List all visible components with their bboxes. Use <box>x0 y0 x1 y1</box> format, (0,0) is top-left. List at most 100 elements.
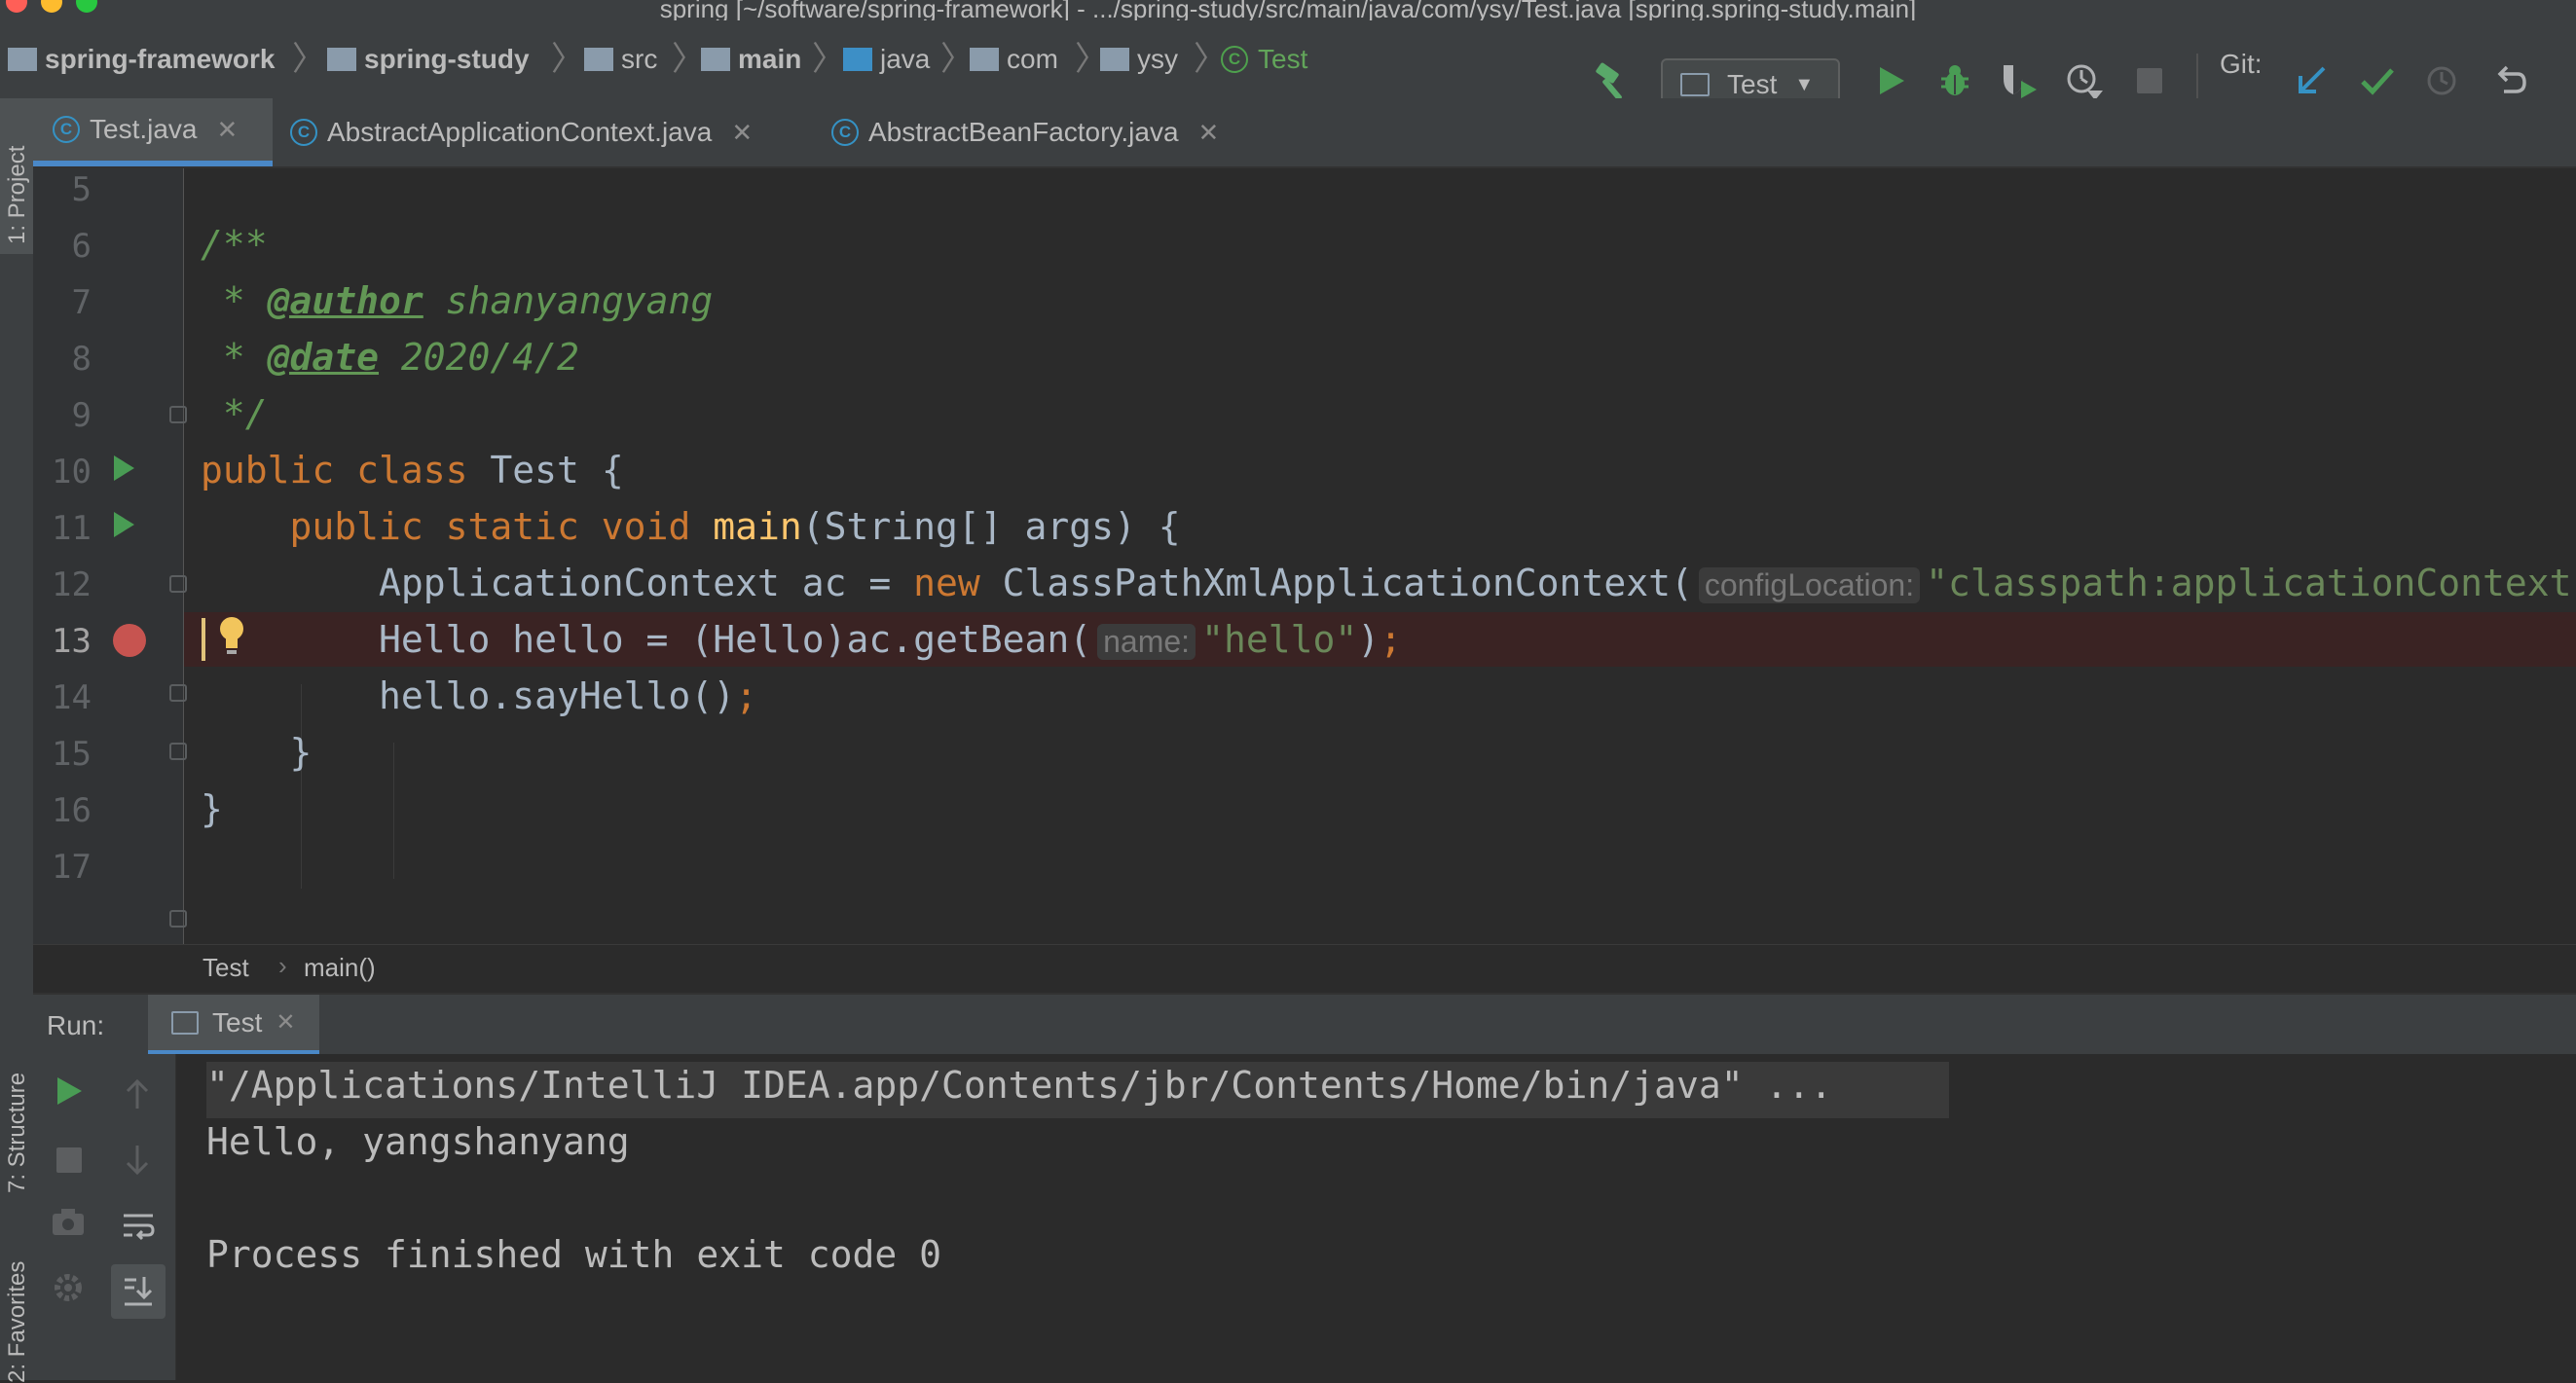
git-commit-button[interactable] <box>2356 59 2399 102</box>
close-tab-icon[interactable]: ✕ <box>217 115 239 145</box>
git-rollback-button[interactable] <box>2488 59 2531 102</box>
code-line-16: } <box>201 787 223 830</box>
fold-icon[interactable] <box>169 910 187 928</box>
breadcrumb-method[interactable]: main() <box>304 953 376 983</box>
coverage-shield-icon <box>2004 65 2037 98</box>
breakpoint-icon[interactable] <box>113 624 146 657</box>
run-tab-label: Test <box>212 1006 263 1037</box>
fold-icon[interactable] <box>169 684 187 702</box>
run-button[interactable] <box>1869 59 1912 102</box>
scroll-to-end-icon <box>125 1277 153 1306</box>
favorites-tool-button[interactable]: 2: Favorites <box>0 1227 33 1383</box>
class-icon: C <box>1221 46 1248 73</box>
arrow-down-icon[interactable] <box>123 1144 152 1177</box>
console-line-command: "/Applications/IntelliJ IDEA.app/Content… <box>206 1064 1833 1107</box>
code-editor[interactable]: 5 6 7 8 9 10 11 12 13 14 15 16 17 /** * @author shan… <box>33 168 2576 944</box>
line-number: 11 <box>52 509 92 548</box>
breadcrumb-test[interactable]: C Test <box>1221 42 1307 77</box>
tab-abstract-application-context[interactable]: C AbstractApplicationContext.java ✕ <box>290 98 753 166</box>
run-label: Run: <box>47 1010 105 1040</box>
console-toolbar <box>101 1054 176 1380</box>
git-label: Git: <box>2220 49 2263 79</box>
line-number: 10 <box>52 453 92 491</box>
class-icon: C <box>53 116 80 143</box>
breadcrumb-label: java <box>880 44 931 74</box>
fold-icon[interactable] <box>169 575 187 593</box>
project-tool-button[interactable]: 1: Project <box>0 98 33 254</box>
editor-gutter: 5 6 7 8 9 10 11 12 13 14 15 16 17 <box>33 168 187 944</box>
breadcrumb-src[interactable]: src <box>584 42 657 77</box>
breadcrumb-class[interactable]: Test <box>202 953 249 983</box>
breadcrumb-spring-study[interactable]: spring-study <box>327 42 530 77</box>
tab-label: Test.java <box>90 114 198 144</box>
project-tool-label: 1: Project <box>4 145 30 244</box>
git-history-button[interactable] <box>2420 59 2463 102</box>
soft-wrap-icon[interactable] <box>121 1210 156 1243</box>
run-console-panel: "/Applications/IntelliJ IDEA.app/Content… <box>33 1054 2576 1380</box>
source-folder-icon <box>701 48 730 71</box>
parameter-hint: name: <box>1097 624 1196 660</box>
module-folder-icon <box>8 48 37 71</box>
run-tab-test[interactable]: Test ✕ <box>148 995 319 1055</box>
console-line-output: Hello, yangshanyang <box>206 1120 630 1163</box>
title-bar: spring [~/software/spring-framework] - .… <box>0 0 2576 20</box>
line-number: 16 <box>52 791 92 830</box>
parameter-hint: configLocation: <box>1698 567 1921 603</box>
line-number: 13 <box>52 622 92 661</box>
tab-abstract-bean-factory[interactable]: C AbstractBeanFactory.java ✕ <box>831 98 1219 166</box>
undo-icon <box>2497 65 2526 93</box>
tab-label: AbstractBeanFactory.java <box>868 117 1179 147</box>
tab-test-java[interactable]: C Test.java ✕ <box>33 98 273 166</box>
breadcrumb-spring-framework[interactable]: spring-framework <box>8 42 276 77</box>
debug-button[interactable] <box>1933 59 1976 102</box>
package-icon <box>970 48 999 71</box>
breadcrumb-java[interactable]: java <box>843 42 930 77</box>
chevron-right-icon: 〉 <box>672 41 705 78</box>
camera-icon[interactable] <box>51 1206 86 1237</box>
rerun-icon[interactable] <box>55 1075 84 1107</box>
breadcrumb-label: spring-framework <box>45 44 276 74</box>
scroll-to-end-button[interactable] <box>111 1264 166 1319</box>
line-number: 12 <box>52 565 92 604</box>
close-tab-icon[interactable]: ✕ <box>276 1008 295 1037</box>
update-arrow-icon <box>2299 66 2326 93</box>
breadcrumb-main[interactable]: main <box>701 42 801 77</box>
close-tab-icon[interactable]: ✕ <box>1198 118 1220 148</box>
stop-icon[interactable] <box>56 1147 82 1173</box>
source-root-folder-icon <box>843 48 872 71</box>
settings-gear-icon[interactable] <box>51 1270 86 1305</box>
application-config-icon <box>1680 73 1710 96</box>
run-tool-header: Run: Test ✕ <box>33 993 2576 1055</box>
structure-tool-button[interactable]: 7: Structure <box>0 994 33 1198</box>
breadcrumb-label: Test <box>1258 44 1308 74</box>
tab-label: AbstractApplicationContext.java <box>327 117 713 147</box>
toolbar-separator <box>2196 54 2198 102</box>
chevron-right-icon: 〉 <box>551 41 584 78</box>
editor-breadcrumb: Test › main() <box>33 944 2576 990</box>
breadcrumb-label: main <box>738 44 802 74</box>
run-toolbar <box>33 1054 101 1380</box>
code-line-10: public class Test { <box>201 449 624 491</box>
breadcrumb-ysy[interactable]: ysy <box>1100 42 1178 77</box>
history-clock-icon <box>2427 66 2456 95</box>
breadcrumb-label: ysy <box>1137 44 1178 74</box>
breadcrumb-com[interactable]: com <box>970 42 1058 77</box>
line-number: 7 <box>71 283 92 322</box>
arrow-up-icon[interactable] <box>123 1077 152 1110</box>
fold-icon[interactable] <box>169 406 187 423</box>
chevron-right-icon: › <box>278 951 287 980</box>
stop-button[interactable] <box>2128 59 2171 102</box>
class-icon: C <box>290 119 317 146</box>
fold-icon[interactable] <box>169 743 187 760</box>
chevron-down-icon: ▼ <box>1794 73 1815 95</box>
breadcrumb-label: src <box>621 44 658 74</box>
stop-icon <box>2137 68 2162 93</box>
run-class-gutter-icon[interactable] <box>111 454 136 483</box>
close-tab-icon[interactable]: ✕ <box>731 118 753 148</box>
application-config-icon <box>171 1010 199 1035</box>
git-update-button[interactable] <box>2290 59 2333 102</box>
code-line-7: * @author shanyangyang <box>201 279 714 322</box>
run-main-gutter-icon[interactable] <box>111 510 136 539</box>
line-number: 17 <box>52 848 92 887</box>
run-with-coverage-button[interactable] <box>1998 59 2041 102</box>
